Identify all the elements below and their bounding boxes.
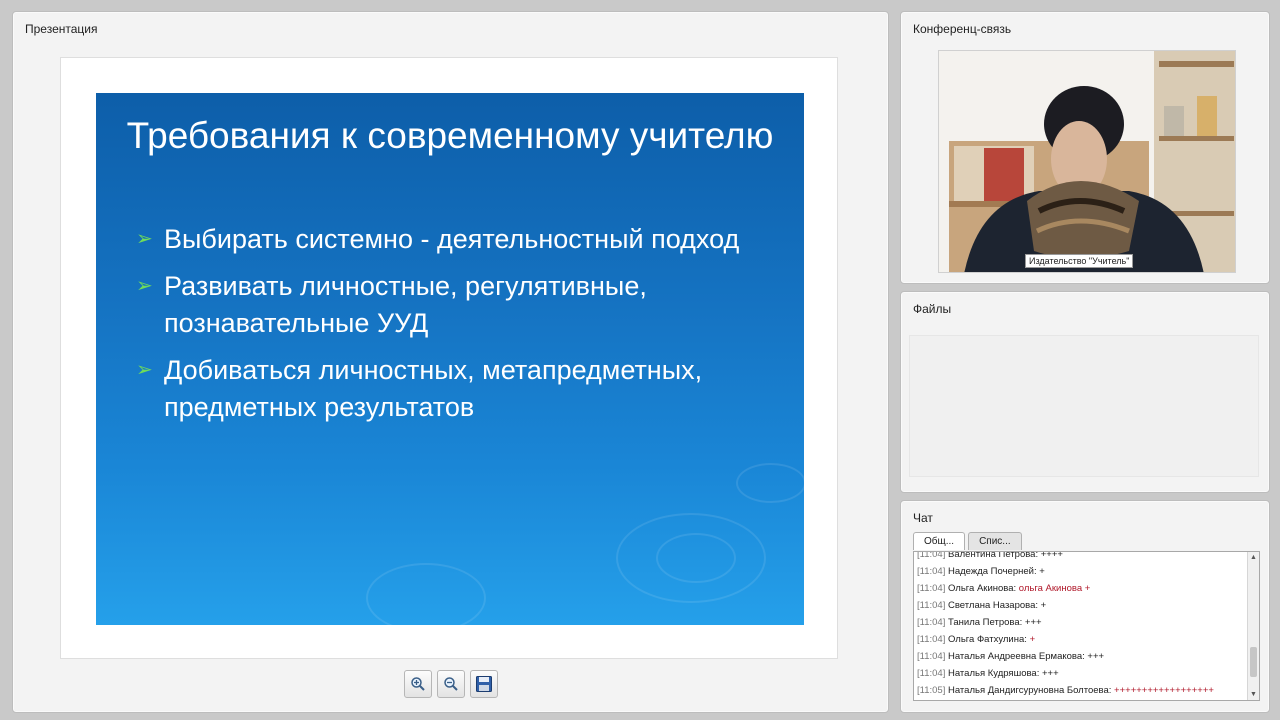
arrow-bullet-icon: ➢ <box>136 228 153 250</box>
chat-messages: [11:04] Валентина Петрова: ++++ [11:04] Н… <box>917 551 1245 699</box>
chat-author: Ольга Акинова: <box>948 583 1017 594</box>
chat-timestamp: [11:04] <box>917 634 946 645</box>
presentation-toolbar <box>404 670 498 698</box>
ripple-decoration <box>366 563 486 625</box>
chat-message: [11:04] Ольга Фатхулина: + <box>917 631 1245 648</box>
chat-text: +++ <box>1024 617 1042 628</box>
conference-panel: Конференц-связь Издательство "Учитель" <box>900 11 1270 284</box>
chat-timestamp: [11:04] <box>917 566 946 577</box>
chat-log[interactable]: [11:04] Валентина Петрова: ++++ [11:04] Н… <box>913 551 1260 701</box>
slide-bullet: ➢ Добиваться личностных, метапредметных,… <box>136 352 776 426</box>
slide-bullet: ➢ Развивать личностные, регулятивные, по… <box>136 268 776 342</box>
chat-timestamp: [11:04] <box>917 617 946 628</box>
chat-timestamp: [11:05] <box>917 685 946 696</box>
slide-frame: Требования к современному учителю ➢ Выби… <box>60 57 838 659</box>
slide-title: Требования к современному учителю <box>126 115 774 156</box>
zoom-in-button[interactable] <box>404 670 432 698</box>
chat-text: + <box>1029 634 1036 645</box>
files-panel: Файлы <box>900 291 1270 493</box>
chat-text: ольга Акинова + <box>1018 583 1091 594</box>
chat-message: [11:04] Валентина Петрова: ++++ <box>917 551 1245 563</box>
chat-author: Надежда Почерней: <box>948 566 1037 577</box>
slide-bullet-list: ➢ Выбирать системно - деятельностный под… <box>136 221 776 436</box>
save-button[interactable] <box>470 670 498 698</box>
slide-bullet-text: Выбирать системно - деятельностный подхо… <box>164 224 740 254</box>
ripple-decoration <box>736 463 804 503</box>
chat-message: [11:04] Наталья Кудряшова: +++ <box>917 665 1245 682</box>
chat-panel: Чат Общ... Спис... [11:04] Валентина Пет… <box>900 500 1270 713</box>
scrollbar-thumb[interactable] <box>1250 647 1257 677</box>
chat-text: + <box>1039 566 1045 577</box>
arrow-bullet-icon: ➢ <box>136 359 153 381</box>
tab-general[interactable]: Общ... <box>913 532 966 550</box>
chat-message: [11:04] Надежда Почерней: + <box>917 563 1245 580</box>
chat-author: Светлана Назарова: <box>948 600 1039 611</box>
tab-list[interactable]: Спис... <box>968 532 1022 550</box>
chat-author: Валентина Петрова: <box>948 551 1039 560</box>
presentation-panel: Презентация Требования к современному уч… <box>12 11 889 713</box>
chat-timestamp: [11:04] <box>917 651 946 662</box>
slide: Требования к современному учителю ➢ Выби… <box>96 93 804 625</box>
chat-author: Наталья Андреевна Ермакова: <box>948 651 1085 662</box>
chat-message: [11:04] Ольга Акинова: ольга Акинова + <box>917 580 1245 597</box>
chat-timestamp: [11:04] <box>917 551 946 560</box>
video-image <box>939 51 1235 272</box>
ripple-decoration <box>656 533 736 583</box>
chat-timestamp: [11:04] <box>917 668 946 679</box>
chat-tabs: Общ... Спис... <box>913 532 1022 550</box>
chat-text: ++++ <box>1040 551 1063 560</box>
save-icon <box>476 676 492 692</box>
zoom-out-icon <box>444 677 458 691</box>
files-list[interactable] <box>909 335 1259 477</box>
chat-message: [11:04] Наталья Андреевна Ермакова: +++ <box>917 648 1245 665</box>
scroll-up-icon[interactable]: ▲ <box>1248 552 1259 563</box>
chat-message: [11:04] Светлана Назарова: + <box>917 597 1245 614</box>
chat-text: ++++++++++++++++++ <box>1114 685 1214 696</box>
video-feed[interactable]: Издательство "Учитель" <box>938 50 1236 273</box>
chat-scrollbar[interactable]: ▲ ▼ <box>1247 552 1259 700</box>
slide-bullet-text: Добиваться личностных, метапредметных, п… <box>164 355 703 422</box>
chat-message: [11:05] Наталья Дандигсуруновна Болтоева… <box>917 682 1245 699</box>
arrow-bullet-icon: ➢ <box>136 275 153 297</box>
scroll-down-icon[interactable]: ▼ <box>1248 689 1259 700</box>
chat-text: +++ <box>1041 668 1059 679</box>
slide-bullet: ➢ Выбирать системно - деятельностный под… <box>136 221 776 258</box>
chat-author: Ольга Фатхулина: <box>948 634 1027 645</box>
chat-author: Наталья Дандигсуруновна Болтоева: <box>948 685 1112 696</box>
files-title: Файлы <box>913 302 952 316</box>
zoom-out-button[interactable] <box>437 670 465 698</box>
chat-author: Танила Петрова: <box>948 617 1023 628</box>
chat-text: + <box>1040 600 1047 611</box>
presentation-title: Презентация <box>25 22 98 36</box>
chat-text: +++ <box>1087 651 1105 662</box>
chat-title: Чат <box>913 511 933 525</box>
video-caption: Издательство "Учитель" <box>1025 254 1134 268</box>
chat-message: [11:04] Танила Петрова: +++ <box>917 614 1245 631</box>
slide-bullet-text: Развивать личностные, регулятивные, позн… <box>164 271 647 338</box>
zoom-in-icon <box>411 677 425 691</box>
chat-timestamp: [11:04] <box>917 583 946 594</box>
chat-timestamp: [11:04] <box>917 600 946 611</box>
chat-author: Наталья Кудряшова: <box>948 668 1040 679</box>
conference-title: Конференц-связь <box>913 22 1012 36</box>
